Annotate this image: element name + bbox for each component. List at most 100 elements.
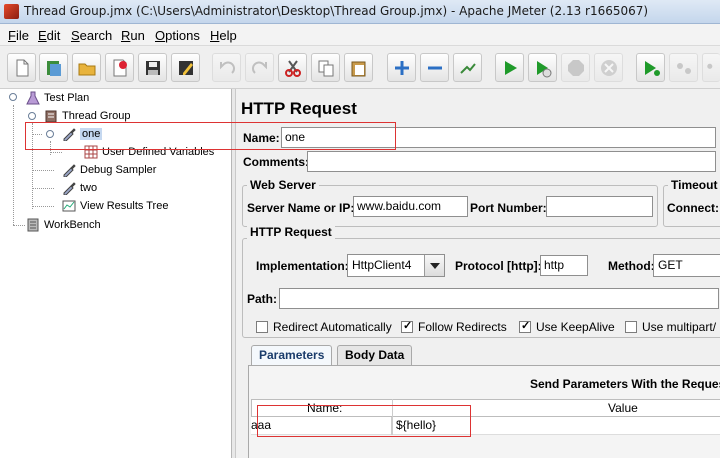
close-button[interactable] xyxy=(105,53,134,82)
tree-node-debug-sampler[interactable]: Debug Sampler xyxy=(62,161,156,179)
menu-edit[interactable]: Edit xyxy=(38,28,60,43)
implementation-label: Implementation: xyxy=(256,259,349,273)
paste-icon xyxy=(351,61,365,76)
copy-icon xyxy=(318,60,333,76)
undo-button[interactable] xyxy=(212,53,241,82)
shutdown-button[interactable] xyxy=(594,53,623,82)
copy-button[interactable] xyxy=(311,53,340,82)
save-button[interactable] xyxy=(138,53,167,82)
toggle-button[interactable] xyxy=(453,53,482,82)
save-as-icon xyxy=(178,60,193,75)
use-multipart-checkbox[interactable]: Use multipart/ xyxy=(625,320,716,334)
port-label: Port Number: xyxy=(470,201,547,215)
redo-icon xyxy=(251,61,267,74)
port-field[interactable] xyxy=(546,196,653,217)
implementation-select[interactable]: HttpClient4 xyxy=(347,254,445,277)
start-no-pauses-button[interactable] xyxy=(528,53,557,82)
remote-stop-button[interactable] xyxy=(669,53,698,82)
stop-button[interactable] xyxy=(561,53,590,82)
comments-label: Comments: xyxy=(243,155,310,169)
sampler-pipette-icon xyxy=(63,164,76,177)
remote-exit-button[interactable] xyxy=(702,53,720,82)
flask-icon xyxy=(26,91,40,105)
server-field[interactable]: www.baidu.com xyxy=(353,196,468,217)
test-plan-expander[interactable] xyxy=(9,93,17,101)
collapse-icon xyxy=(427,66,442,69)
remote-start-button[interactable] xyxy=(636,53,665,82)
menu-bar: File Edit Search Run Options Help xyxy=(0,24,720,46)
protocol-field[interactable]: http xyxy=(540,255,588,276)
remote-start-icon xyxy=(644,60,660,76)
toggle-icon xyxy=(459,62,476,74)
checkbox-box-checked xyxy=(519,319,531,333)
panel-title: HTTP Request xyxy=(241,99,357,118)
follow-redirects-checkbox[interactable]: Follow Redirects xyxy=(401,319,507,334)
server-label: Server Name or IP: xyxy=(247,201,355,215)
new-icon xyxy=(16,59,28,76)
collapse-all-button[interactable] xyxy=(420,53,449,82)
close-icon xyxy=(113,59,127,76)
menu-file[interactable]: File xyxy=(8,28,29,43)
undo-icon xyxy=(219,61,235,74)
window-title: Thread Group.jmx (C:\Users\Administrator… xyxy=(24,4,649,18)
tree-node-test-plan[interactable]: Test Plan xyxy=(26,89,89,107)
timeouts-title: Timeout xyxy=(668,178,720,192)
templates-button[interactable] xyxy=(39,53,68,82)
stop-icon xyxy=(567,59,584,76)
chevron-down-icon xyxy=(424,255,444,276)
menu-run[interactable]: Run xyxy=(121,28,145,43)
expand-icon xyxy=(394,60,409,75)
annotation-box-params xyxy=(257,405,471,437)
start-icon xyxy=(504,60,517,75)
method-select[interactable]: GET xyxy=(653,254,720,277)
send-parameters-header: Send Parameters With the Reques xyxy=(530,377,720,391)
column-value-header: Value xyxy=(608,401,638,415)
shutdown-icon xyxy=(600,59,617,76)
new-button[interactable] xyxy=(7,53,36,82)
open-button[interactable] xyxy=(72,53,101,82)
save-as-button[interactable] xyxy=(171,53,200,82)
save-icon xyxy=(145,60,160,75)
tab-body-data[interactable]: Body Data xyxy=(337,345,413,365)
menu-search[interactable]: Search xyxy=(71,28,112,43)
thread-group-expander[interactable] xyxy=(28,112,36,120)
path-label: Path: xyxy=(247,292,277,306)
paste-button[interactable] xyxy=(344,53,373,82)
cut-icon xyxy=(284,59,301,77)
redo-button[interactable] xyxy=(245,53,274,82)
protocol-label: Protocol [http]: xyxy=(455,259,542,273)
templates-icon xyxy=(46,60,61,76)
method-label: Method: xyxy=(608,259,655,273)
title-bar: Thread Group.jmx (C:\Users\Administrator… xyxy=(0,0,720,24)
tree-node-workbench[interactable]: WorkBench xyxy=(26,216,101,234)
use-keepalive-checkbox[interactable]: Use KeepAlive xyxy=(519,319,615,334)
annotation-box-name xyxy=(25,122,396,150)
remote-exit-icon xyxy=(707,63,713,69)
tree-node-two[interactable]: two xyxy=(62,179,97,197)
redirect-automatically-checkbox[interactable]: Redirect Automatically xyxy=(256,320,392,334)
toolbar xyxy=(0,47,720,89)
web-server-title: Web Server xyxy=(247,178,319,192)
start-no-pause-icon xyxy=(536,60,551,77)
open-icon xyxy=(78,63,95,75)
workbench-icon xyxy=(27,218,39,232)
expand-all-button[interactable] xyxy=(387,53,416,82)
path-field[interactable] xyxy=(279,288,719,309)
jmeter-app-icon xyxy=(4,4,19,19)
tab-parameters[interactable]: Parameters xyxy=(251,345,333,365)
checkbox-box-checked xyxy=(401,319,413,333)
checkbox-box xyxy=(625,321,637,333)
sampler-pipette-icon xyxy=(63,182,76,195)
connect-label: Connect: xyxy=(667,201,719,215)
start-button[interactable] xyxy=(495,53,524,82)
menu-help[interactable]: Help xyxy=(210,28,237,43)
listener-chart-icon xyxy=(62,200,76,212)
menu-options[interactable]: Options xyxy=(155,28,200,43)
http-request-group-title: HTTP Request xyxy=(247,225,335,239)
comments-field[interactable] xyxy=(307,151,716,172)
remote-stop-icon xyxy=(676,62,691,74)
cut-button[interactable] xyxy=(278,53,307,82)
checkbox-box xyxy=(256,321,268,333)
thread-group-icon xyxy=(45,110,57,123)
tree-node-view-results-tree[interactable]: View Results Tree xyxy=(62,197,168,215)
